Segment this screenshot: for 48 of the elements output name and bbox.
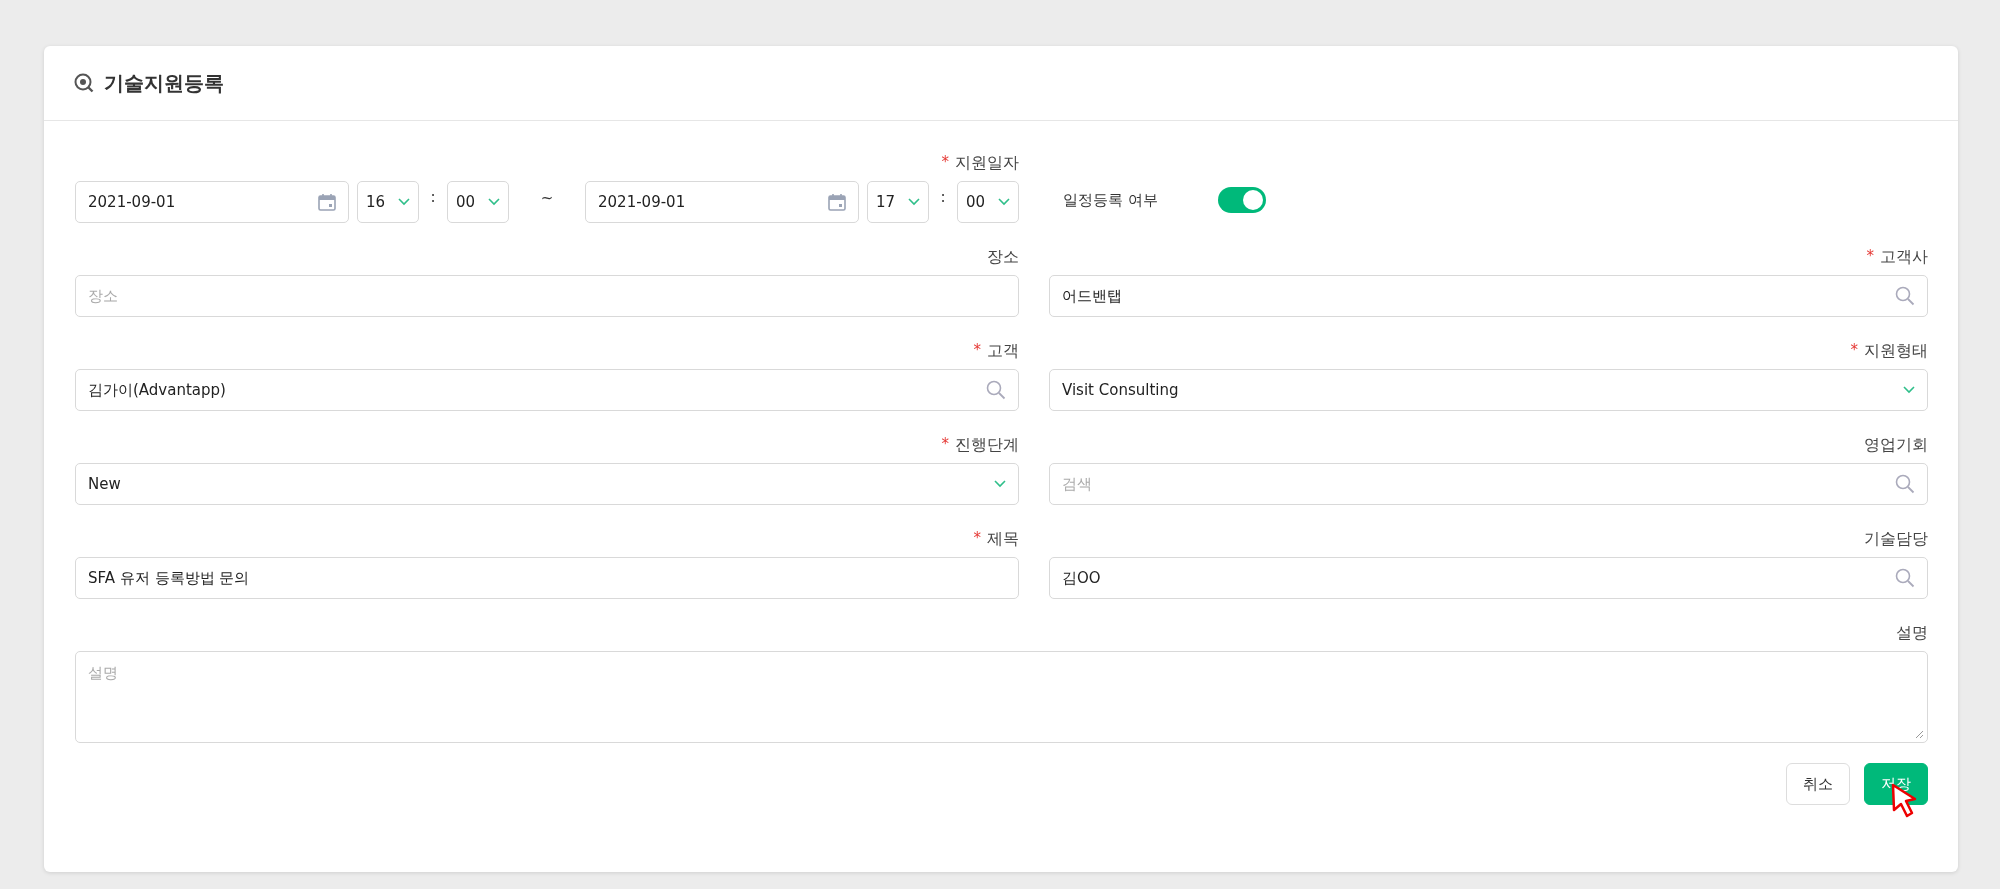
chevron-down-icon <box>908 198 920 206</box>
time-separator: : <box>939 188 947 206</box>
required-mark: * <box>941 153 949 171</box>
range-separator: ~ <box>539 189 555 207</box>
search-icon <box>1895 568 1915 588</box>
search-field[interactable]: 김OO <box>1049 557 1928 599</box>
time-separator: : <box>429 188 437 206</box>
select-field[interactable]: Visit Consulting <box>1049 369 1928 411</box>
search-field[interactable]: 어드밴탭 <box>1049 275 1928 317</box>
toggle-switch[interactable] <box>1218 187 1266 213</box>
field-label: 기술담당 <box>1864 529 1928 550</box>
required-mark: * <box>1866 247 1874 265</box>
field-label: 고객 <box>987 341 1019 362</box>
field-label: 영업기회 <box>1864 435 1928 456</box>
required-mark: * <box>973 529 981 547</box>
input-field[interactable]: SFA 유저 등록방법 문의 <box>75 557 1019 599</box>
chevron-down-icon <box>998 198 1010 206</box>
chevron-down-icon <box>398 198 410 206</box>
field-label: 장소 <box>987 247 1019 268</box>
date-field[interactable]: 2021-09-01 <box>585 181 859 223</box>
chevron-down-icon <box>488 198 500 206</box>
field-label: 설명 <box>1896 623 1928 644</box>
field-label: 지원일자 <box>955 153 1019 174</box>
toggle-label: 일정등록 여부 <box>1063 190 1159 210</box>
page-title: 기술지원등록 <box>104 69 224 97</box>
search-icon <box>1895 286 1915 306</box>
select-field[interactable]: 00 <box>447 181 509 223</box>
search-icon <box>986 380 1006 400</box>
required-mark: * <box>1850 341 1858 359</box>
cancel-button[interactable]: 취소 <box>1786 763 1850 805</box>
select-field[interactable]: 17 <box>867 181 929 223</box>
select-field[interactable]: 00 <box>957 181 1019 223</box>
date-field[interactable]: 2021-09-01 <box>75 181 349 223</box>
required-mark: * <box>941 435 949 453</box>
search-field[interactable]: 김가이(Advantapp) <box>75 369 1019 411</box>
search-icon <box>1895 474 1915 494</box>
field-label: 지원형태 <box>1864 341 1928 362</box>
field-label: 제목 <box>987 529 1019 550</box>
chevron-down-icon <box>994 480 1006 488</box>
resize-handle-icon <box>1915 730 1924 739</box>
chevron-down-icon <box>1903 386 1915 394</box>
calendar-icon <box>828 193 846 211</box>
select-field[interactable]: 16 <box>357 181 419 223</box>
select-field[interactable]: New <box>75 463 1019 505</box>
required-mark: * <box>973 341 981 359</box>
calendar-icon <box>318 193 336 211</box>
field-label: 진행단계 <box>955 435 1019 456</box>
field-label: 고객사 <box>1880 247 1928 268</box>
